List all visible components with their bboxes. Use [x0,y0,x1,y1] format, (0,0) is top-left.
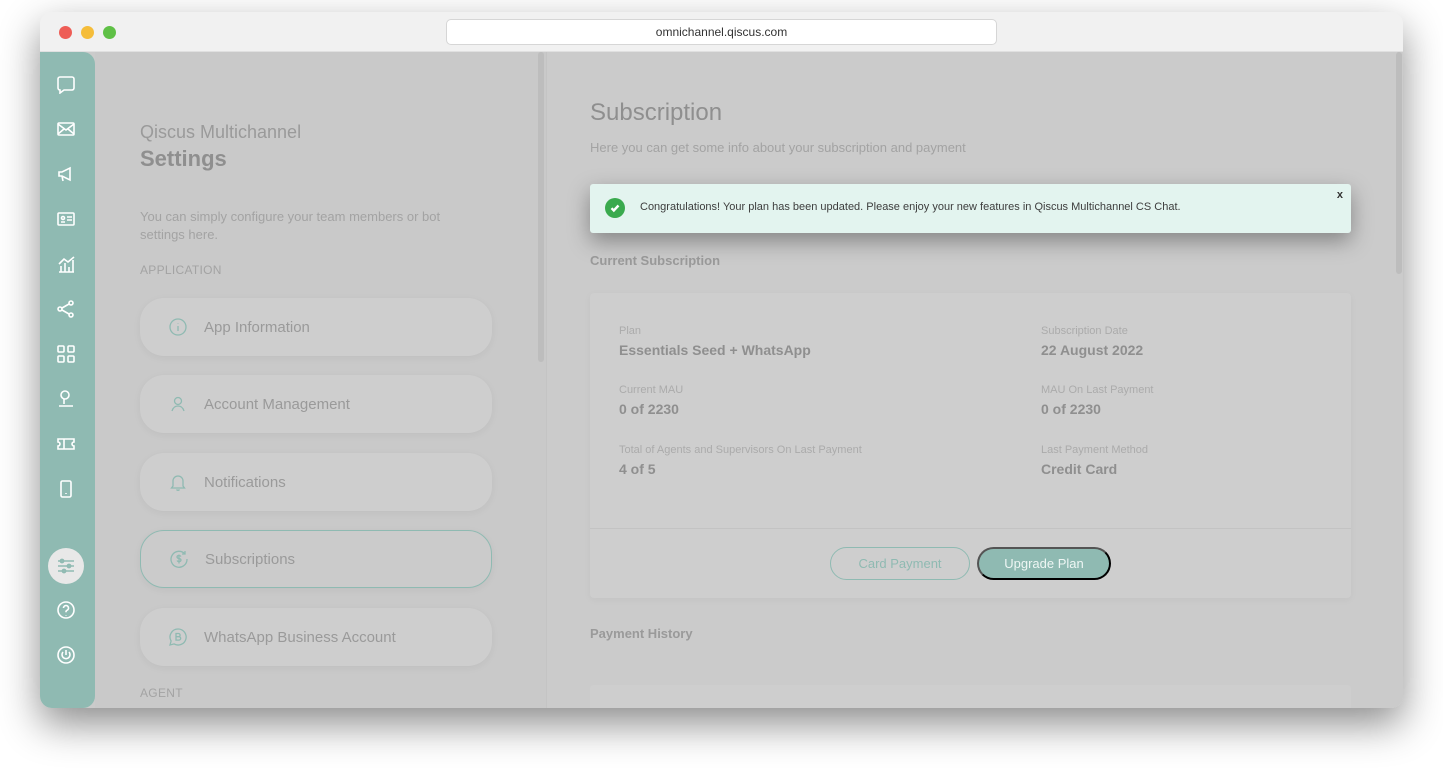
menu-item-label: Notifications [204,473,286,491]
success-toast: Congratulations! Your plan has been upda… [590,184,1351,233]
analytics-icon[interactable] [56,254,76,274]
settings-description: You can simply configure your team membe… [140,209,441,242]
current-subscription-heading: Current Subscription [590,253,721,268]
menu-item-subscriptions[interactable]: Subscriptions [140,530,492,588]
menu-item-notifications[interactable]: Notifications [140,453,492,511]
plan-value: Essentials Seed + WhatsApp [619,342,811,358]
user-icon [168,394,188,414]
browser-window: omnichannel.qiscus.com Qiscus Multichann… [40,12,1403,708]
menu-item-label: Subscriptions [205,550,296,568]
payment-method-label: Last Payment Method [1041,444,1149,456]
toast-close-button[interactable]: x [1337,189,1343,201]
section-agent: AGENT [140,686,183,700]
settings-panel: Qiscus Multichannel Settings You can sim… [95,52,546,708]
card-divider [590,528,1351,529]
mobile-icon[interactable] [56,479,76,499]
share-icon[interactable] [56,299,76,319]
mau-last-payment-label: MAU On Last Payment [1041,384,1154,396]
toast-message: Congratulations! Your plan has been upda… [640,201,1181,213]
agents-supervisors-label: Total of Agents and Supervisors On Last … [619,444,862,456]
content-scrollbar[interactable] [1396,52,1402,274]
menu-item-whatsapp-business-account[interactable]: WhatsApp Business Account [140,608,492,666]
upgrade-plan-button[interactable]: Upgrade Plan [977,547,1111,580]
power-icon[interactable] [56,645,76,665]
card-payment-button[interactable]: Card Payment [830,547,970,580]
menu-item-label: App Information [204,318,310,336]
plan-label: Plan [619,325,642,337]
help-icon[interactable] [56,600,76,620]
bell-icon [168,472,188,492]
contact-card-icon[interactable] [56,209,76,229]
agent-icon[interactable] [56,389,76,409]
chat-icon[interactable] [56,74,76,94]
minimize-window-button[interactable] [81,26,94,39]
ticket-icon[interactable] [56,434,76,454]
current-mau-label: Current MAU [619,384,684,396]
payment-history-heading: Payment History [590,626,693,641]
megaphone-icon[interactable] [56,164,76,184]
close-window-button[interactable] [59,26,72,39]
payment-method-value: Credit Card [1041,461,1118,477]
subscription-date-value: 22 August 2022 [1041,342,1144,358]
menu-item-label: Account Management [204,395,350,413]
settings-sliders-icon[interactable] [48,548,84,584]
payment-history-card [590,685,1351,708]
apps-grid-icon[interactable] [56,344,76,364]
subscription-content: Subscription Here you can get some info … [547,52,1403,708]
page-title: Subscription [590,99,723,126]
mail-icon[interactable] [56,119,76,139]
section-application: APPLICATION [140,263,222,277]
current-subscription-card: Plan Essentials Seed + WhatsApp Subscrip… [590,293,1351,598]
main-sidebar [40,52,95,708]
agents-supervisors-value: 4 of 5 [619,461,656,477]
maximize-window-button[interactable] [103,26,116,39]
menu-item-app-information[interactable]: App Information [140,298,492,356]
page-description: Here you can get some info about your su… [590,140,966,155]
address-bar[interactable]: omnichannel.qiscus.com [446,19,997,45]
subscription-date-label: Subscription Date [1041,325,1128,337]
menu-item-label: WhatsApp Business Account [204,628,396,646]
mau-last-payment-value: 0 of 2230 [1041,401,1101,417]
current-mau-value: 0 of 2230 [619,401,679,417]
app-container: Qiscus Multichannel Settings You can sim… [40,52,1403,708]
menu-item-account-management[interactable]: Account Management [140,375,492,433]
settings-panel-scrollbar[interactable] [538,52,544,362]
info-icon [168,317,188,337]
browser-titlebar: omnichannel.qiscus.com [40,12,1403,52]
whatsapp-business-icon [168,627,188,647]
settings-title: Settings [140,146,227,171]
dollar-cycle-icon [169,549,189,569]
check-circle-icon [605,198,625,218]
settings-subtitle: Qiscus Multichannel [140,122,302,142]
